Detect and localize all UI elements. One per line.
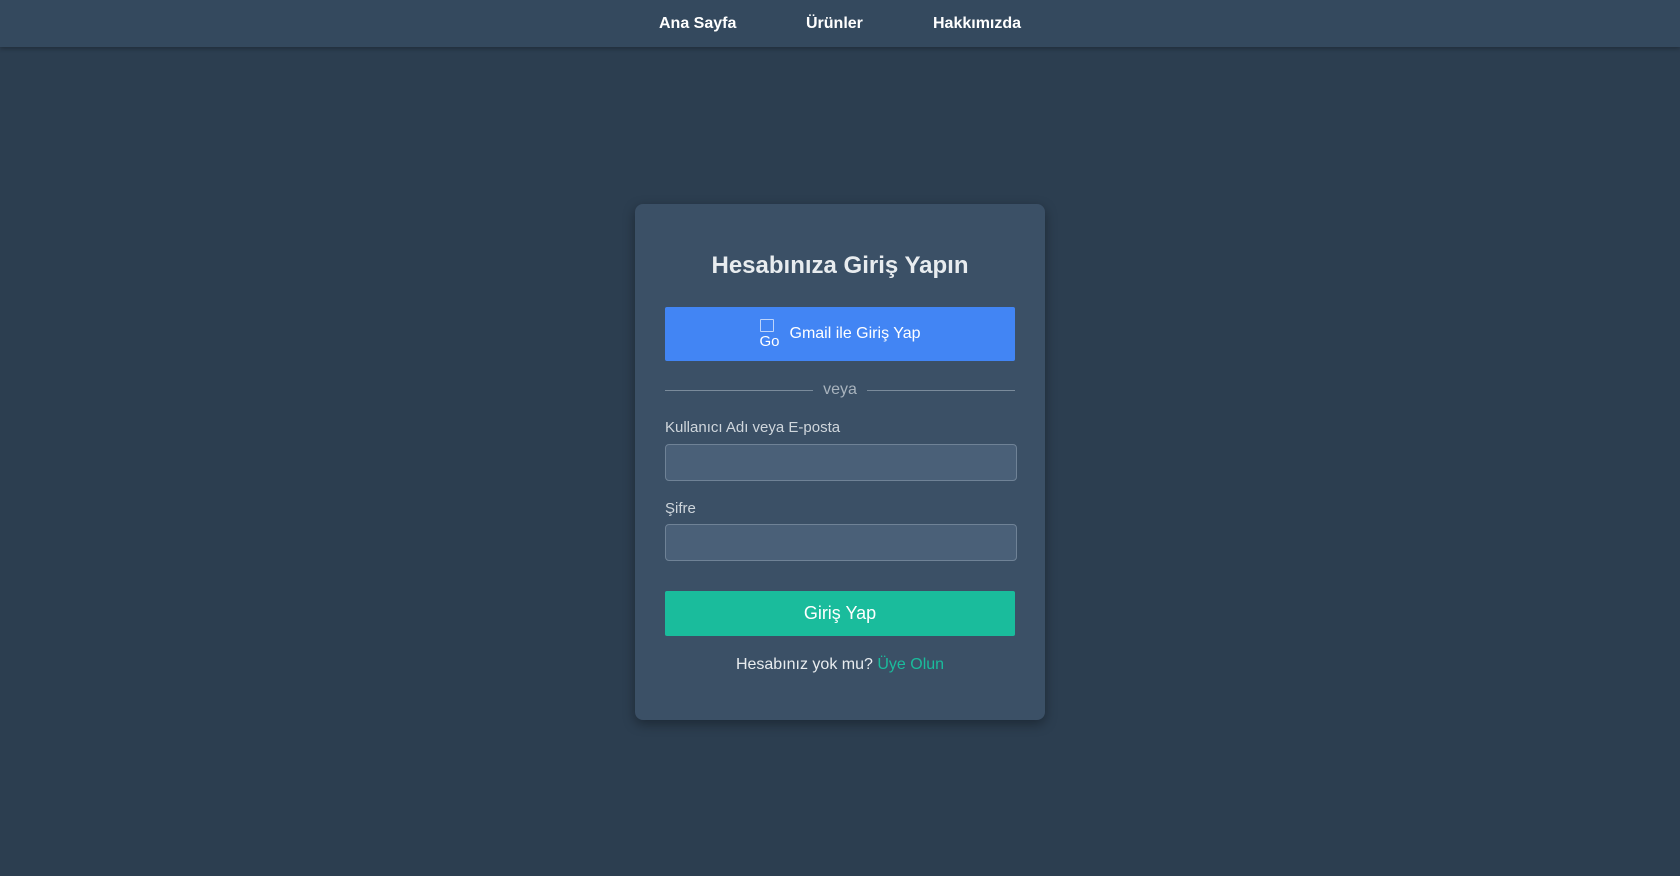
- login-submit-button[interactable]: Giriş Yap: [665, 591, 1015, 636]
- login-card: Hesabınıza Giriş Yapın Go Gmail ile Giri…: [635, 204, 1045, 720]
- username-label: Kullanıcı Adı veya E-posta: [665, 419, 841, 436]
- google-icon-alt-text: Go: [759, 333, 780, 350]
- google-icon: Go: [759, 318, 780, 350]
- nav-link-home[interactable]: Ana Sayfa: [659, 15, 736, 33]
- password-input[interactable]: [665, 524, 1017, 561]
- google-login-button[interactable]: Go Gmail ile Giriş Yap: [665, 307, 1015, 361]
- nav-link-products[interactable]: Ürünler: [806, 15, 863, 33]
- username-input[interactable]: [665, 444, 1017, 481]
- signup-link[interactable]: Üye Olun: [877, 656, 944, 673]
- top-navbar: Ana Sayfa Ürünler Hakkımızda: [0, 0, 1680, 47]
- nav-link-about[interactable]: Hakkımızda: [933, 15, 1021, 33]
- google-login-label: Gmail ile Giriş Yap: [789, 325, 921, 342]
- divider-line-right: [867, 390, 1015, 391]
- or-divider: veya: [665, 380, 1015, 400]
- signup-prompt: Hesabınız yok mu?: [735, 656, 873, 673]
- password-label: Şifre: [665, 500, 696, 517]
- login-title: Hesabınıza Giriş Yapın: [711, 252, 969, 279]
- signup-row: Hesabınız yok mu? Üye Olun: [635, 656, 1045, 674]
